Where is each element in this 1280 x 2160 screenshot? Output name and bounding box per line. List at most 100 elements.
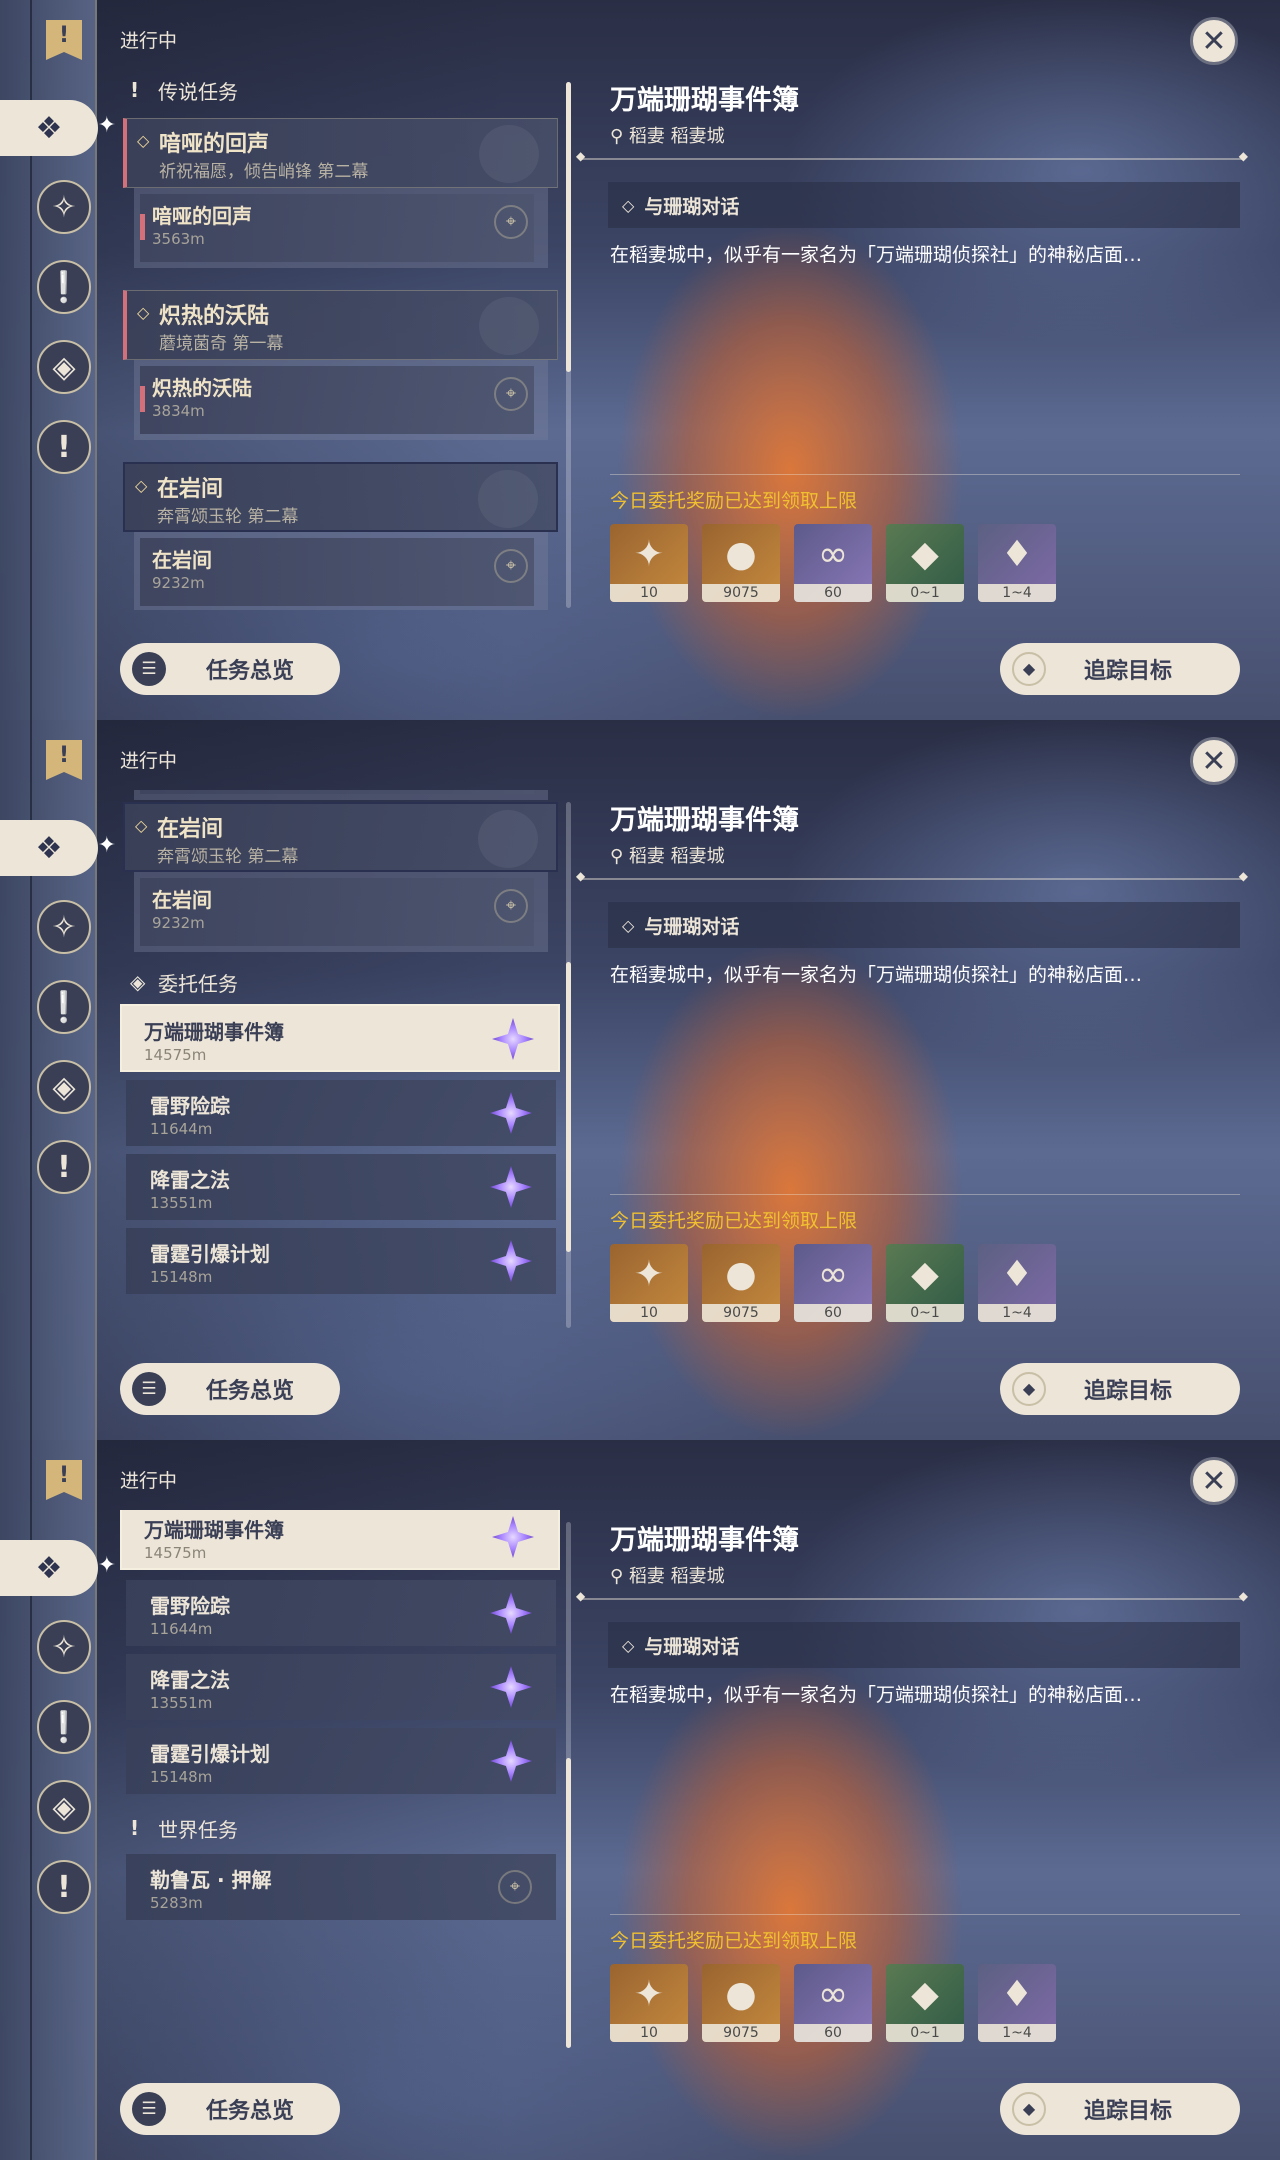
event-category-icon[interactable]: ◈ [37,1780,91,1834]
quest-screen: ! ❖ ✧ ❕ ◈ ! 进行中 ✕ ! 传说任务 ◇ 喑哑的回声 祈祝福愿，倾告… [0,0,1280,2160]
commission-item[interactable]: 万端珊瑚事件簿 14575m [120,1510,560,1570]
quest-overview-button[interactable]: ☰ 任务总览 [120,2083,340,2135]
reward-item[interactable]: ◆ 0~1 [886,1964,964,2042]
reward-item[interactable]: ● 9075 [702,1964,780,2042]
bookmark-icon[interactable]: ! [46,1460,82,1500]
section-commission: ◈ 委托任务 [130,970,238,996]
list-scrollbar[interactable] [566,1522,571,2048]
commission-item[interactable]: 降雷之法 13551m [126,1154,556,1220]
reward-item[interactable]: ♦ 1~4 [978,1244,1056,1322]
world-quest-item[interactable]: 勒鲁瓦 · 押解 5283m ⌖ [126,1854,556,1920]
mineral-ore-icon: ◆ [911,1253,939,1295]
reward-list: ✦ 10 ● 9075 ∞ 60 ◆ 0~1 ♦ 1~4 [610,1244,1056,1322]
commission-category-icon[interactable]: ❖ [0,820,116,876]
reward-divider [610,1914,1240,1915]
archon-category-icon[interactable]: ✧ [37,180,91,234]
commission-category-icon[interactable]: ❖ [0,100,116,156]
commission-item[interactable]: 雷野险踪 11644m [126,1580,556,1646]
reward-item[interactable]: ● 9075 [702,1244,780,1322]
reward-divider [610,474,1240,475]
objective-diamond-icon: ◇ [622,915,635,935]
commission-category-icon[interactable]: ❖ [0,1540,116,1596]
scrollbar-thumb[interactable] [566,962,571,1252]
world-category-icon[interactable]: ! [37,1140,91,1194]
status-label: 进行中 [120,1470,178,1492]
detail-title: 万端珊瑚事件簿 [610,805,799,836]
commission-star-icon [490,1740,532,1782]
location-pin-icon[interactable]: ⌖ [494,377,528,411]
reward-list: ✦ 10 ● 9075 ∞ 60 ◆ 0~1 ♦ 1~4 [610,1964,1056,2042]
track-button[interactable]: ◆ 追踪目标 [1000,643,1240,695]
reward-item[interactable]: ◆ 0~1 [886,1244,964,1322]
commission-star-icon [490,1166,532,1208]
legend-chapter[interactable]: ◇ 在岩间 奔霄颂玉轮 第二幕 [123,802,558,872]
detail-title: 万端珊瑚事件簿 [610,85,799,116]
quest-diamond-icon: ◇ [137,131,150,150]
reward-item[interactable]: ♦ 1~4 [978,524,1056,602]
scrollbar-thumb[interactable] [566,1758,571,2048]
section-world: ! 世界任务 [130,1816,238,1842]
location-pin-icon[interactable]: ⌖ [494,549,528,583]
commission-star-icon [492,1516,534,1558]
location-pin-icon[interactable]: ⌖ [494,205,528,239]
world-category-icon[interactable]: ! [37,420,91,474]
commission-item[interactable]: 雷霆引爆计划 15148m [126,1228,556,1294]
legend-subquest[interactable]: 喑哑的回声 3563m ⌖ [134,188,548,268]
quest-detail: 万端珊瑚事件簿 ⚲ 稻妻 稻妻城 ◇ 与珊瑚对话 在稻妻城中，似乎有一家名为「万… [576,720,1280,1440]
mora-icon: ● [725,1253,757,1295]
primogem-crystal-icon: ♦ [1000,533,1034,575]
reward-item[interactable]: ∞ 60 [794,1244,872,1322]
story-category-icon[interactable]: ❕ [37,1700,91,1754]
reward-item[interactable]: ∞ 60 [794,524,872,602]
track-diamond-icon: ◆ [1012,2092,1046,2126]
reward-item[interactable]: ∞ 60 [794,1964,872,2042]
objective-diamond-icon: ◇ [622,195,635,215]
reward-item[interactable]: ◆ 0~1 [886,524,964,602]
commission-item[interactable]: 降雷之法 13551m [126,1654,556,1720]
quest-overview-button[interactable]: ☰ 任务总览 [120,643,340,695]
legend-chapter[interactable]: ◇ 炽热的沃陆 蘑境菌奇 第一幕 [123,290,558,360]
commission-item[interactable]: 万端珊瑚事件簿 14575m [120,1004,560,1072]
world-category-icon[interactable]: ! [37,1860,91,1914]
divider [576,149,1248,163]
legend-subquest[interactable]: 在岩间 9232m ⌖ [134,532,548,610]
archon-category-icon[interactable]: ✧ [37,1620,91,1674]
legend-subquest[interactable]: 炽热的沃陆 3834m ⌖ [134,360,548,440]
reward-item[interactable]: ♦ 1~4 [978,1964,1056,2042]
detail-description: 在稻妻城中，似乎有一家名为「万端珊瑚侦探社」的神秘店面… [610,1684,1143,1706]
legend-subquest[interactable]: 在岩间 9232m ⌖ [134,872,548,952]
quest-panel-1: ! ❖ ✧ ❕ ◈ ! 进行中 ✕ ! 传说任务 ◇ 喑哑的回声 祈祝福愿，倾告… [0,0,1280,720]
track-button[interactable]: ◆ 追踪目标 [1000,2083,1240,2135]
scrollbar-thumb[interactable] [566,82,571,372]
bookmark-icon[interactable]: ! [46,740,82,780]
commission-item[interactable]: 雷霆引爆计划 15148m [126,1728,556,1794]
list-scrollbar[interactable] [566,802,571,1328]
quest-overview-button[interactable]: ☰ 任务总览 [120,1363,340,1415]
detail-location: ⚲ 稻妻 稻妻城 [610,126,725,147]
archon-category-icon[interactable]: ✧ [37,900,91,954]
quest-list: ◈ 委托任务 万端珊瑚事件簿 14575m 雷野险踪 11644m 降雷之法 1… [120,1510,560,2050]
overview-list-icon: ☰ [132,1372,166,1406]
reward-divider [610,1194,1240,1195]
location-pin-icon[interactable]: ⌖ [494,889,528,923]
detail-location: ⚲ 稻妻 稻妻城 [610,846,725,867]
subquest-marker [140,214,145,240]
legend-subquest[interactable] [134,790,548,800]
reward-item[interactable]: ✦ 10 [610,524,688,602]
track-button[interactable]: ◆ 追踪目标 [1000,1363,1240,1415]
bookmark-icon[interactable]: ! [46,20,82,60]
location-pin-icon[interactable]: ⌖ [498,1870,532,1904]
reward-item[interactable]: ✦ 10 [610,1244,688,1322]
commission-item[interactable]: 雷野险踪 11644m [126,1080,556,1146]
story-category-icon[interactable]: ❕ [37,260,91,314]
event-category-icon[interactable]: ◈ [37,340,91,394]
legend-chapter[interactable]: ◇ 在岩间 奔霄颂玉轮 第二幕 [123,462,558,532]
reward-item[interactable]: ● 9075 [702,524,780,602]
legend-chapter[interactable]: ◇ 喑哑的回声 祈祝福愿，倾告峭锋 第二幕 [123,118,558,188]
list-scrollbar[interactable] [566,82,571,608]
event-category-icon[interactable]: ◈ [37,1060,91,1114]
legend-section-icon: ! [130,78,140,102]
story-category-icon[interactable]: ❕ [37,980,91,1034]
subquest-bg [140,790,534,794]
reward-item[interactable]: ✦ 10 [610,1964,688,2042]
